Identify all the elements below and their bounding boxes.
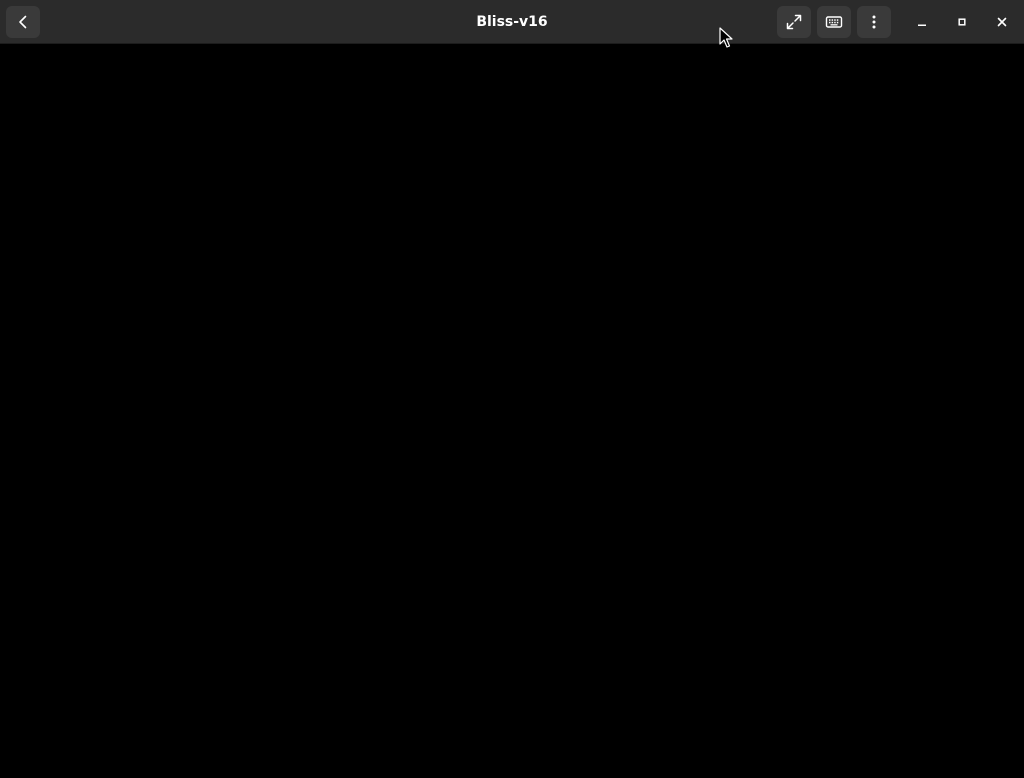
minimize-icon [916, 13, 928, 32]
vm-display-area[interactable] [0, 45, 1024, 778]
back-button[interactable] [6, 6, 40, 38]
maximize-button[interactable] [950, 10, 974, 34]
chevron-left-icon [15, 14, 31, 30]
fullscreen-button[interactable] [777, 6, 811, 38]
keyboard-button[interactable] [817, 6, 851, 38]
close-icon [996, 13, 1008, 32]
fullscreen-icon [785, 13, 803, 31]
vertical-ellipsis-icon [866, 14, 882, 30]
app-window: Bliss-v16 [0, 0, 1024, 778]
headerbar: Bliss-v16 [0, 0, 1024, 44]
maximize-icon [956, 13, 968, 32]
keyboard-icon [825, 13, 843, 31]
main-menu-button[interactable] [857, 6, 891, 38]
minimize-button[interactable] [910, 10, 934, 34]
close-button[interactable] [990, 10, 1014, 34]
